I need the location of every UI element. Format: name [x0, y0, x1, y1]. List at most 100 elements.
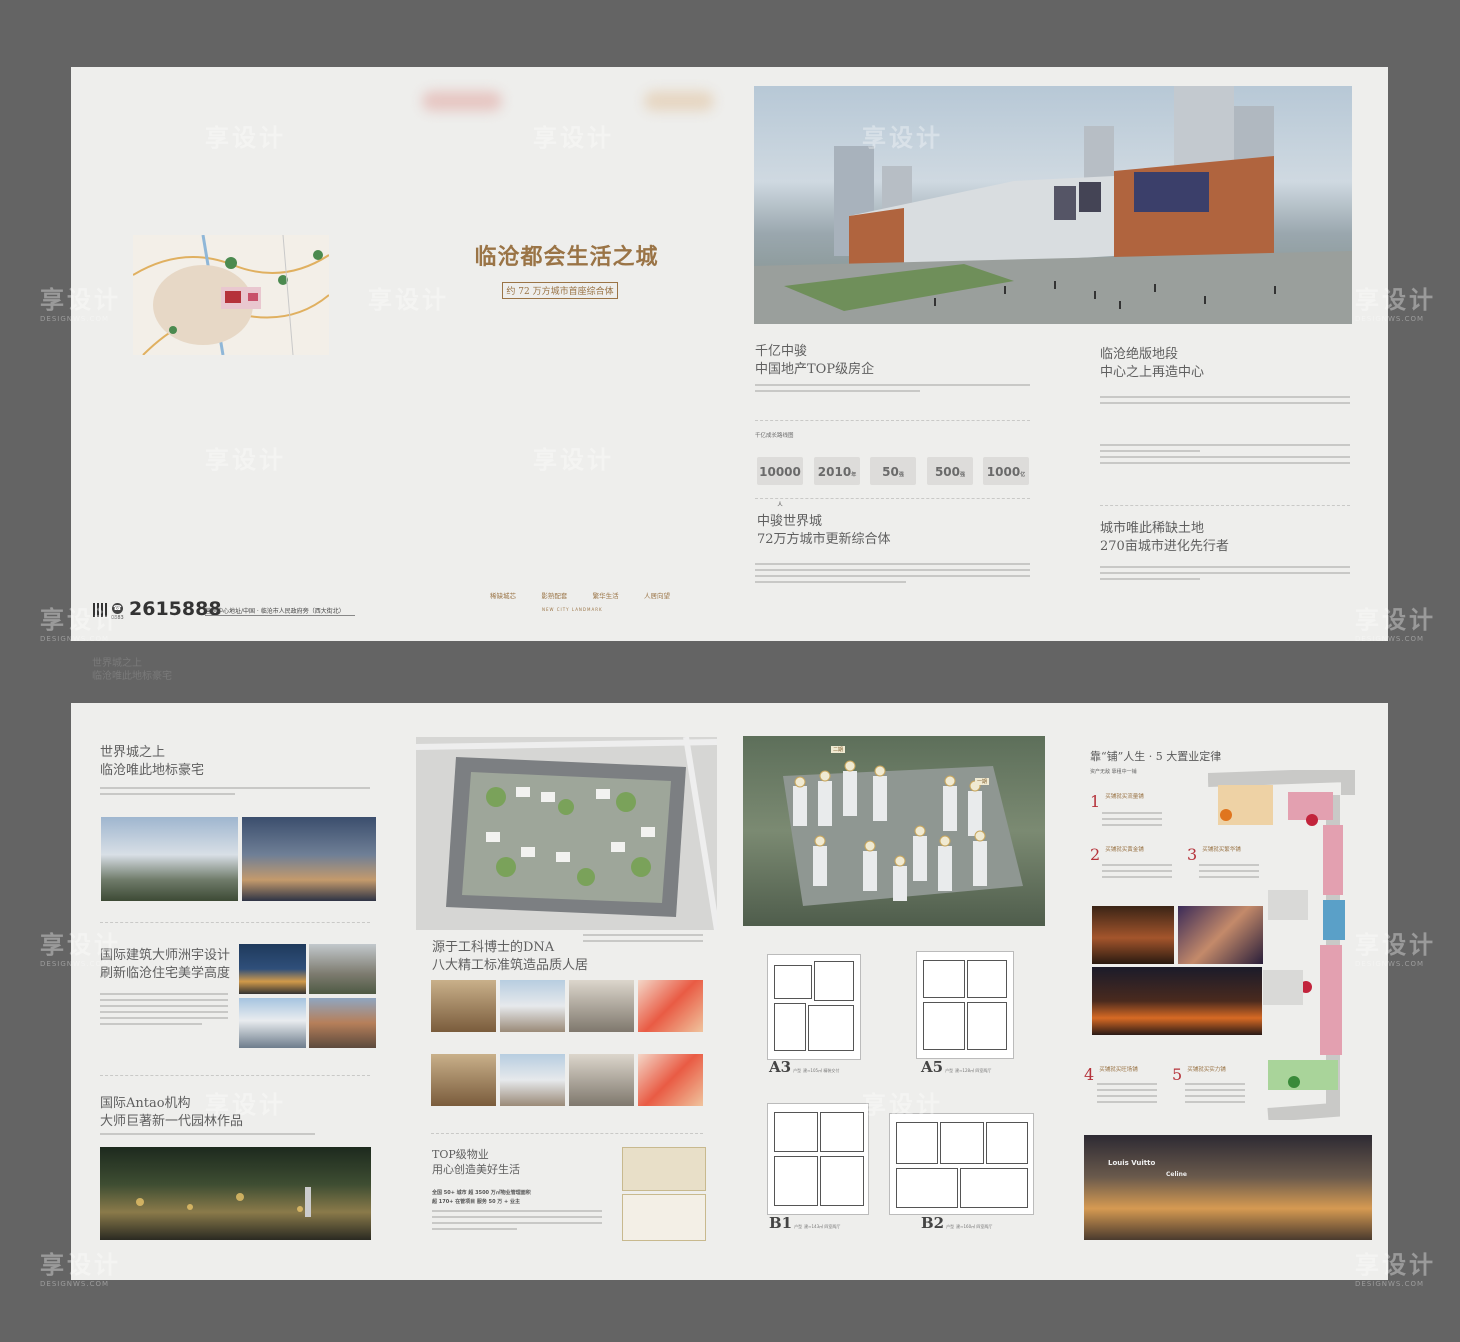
mall-rendering-photo: [754, 86, 1352, 324]
law-1-body: [1102, 812, 1162, 830]
award-certificate-2: [622, 1194, 706, 1241]
watermark-16-en: DESIGNWS.COM: [1355, 1280, 1425, 1288]
p2-property-body: [432, 1210, 602, 1234]
architecture-photo-3: [239, 998, 306, 1048]
plan-b2-desc: 建≈160㎡ 四室两厅: [956, 1224, 993, 1229]
stat-3-unit: 强: [898, 472, 904, 478]
p4-subtitle: 资产无敌 靠租中一铺: [1090, 769, 1137, 775]
sales-address: 营销中心地址/中国 · 临沧市人民政府旁（西大街北）: [205, 608, 345, 615]
sec3-body-text: [1100, 396, 1350, 408]
law-4-num: 4: [1084, 1065, 1095, 1084]
sec3-title-line2: 中心之上再造中心: [1100, 365, 1205, 380]
phone-prefix: 0883: [111, 615, 124, 621]
p2-title-2: TOP级物业 用心创造美好生活: [432, 1147, 520, 1177]
address-underline: [205, 615, 355, 616]
plan-b1-name: B1: [769, 1214, 793, 1232]
law-2: 2 买铺就买黄金铺: [1090, 845, 1144, 864]
sec3-title: 临沧绝版地段 中心之上再造中心: [1100, 346, 1204, 382]
p2-feature-notes: [583, 934, 703, 946]
stat-2-unit: 年: [851, 472, 857, 478]
stat-2: 2010年: [814, 457, 860, 485]
plan-b2-type: 户型: [946, 1224, 955, 1229]
p2-title-1-line2: 八大精工标准筑造品质人居: [432, 958, 589, 973]
zone-label-phase2: 二期: [831, 746, 846, 753]
qr-code[interactable]: [93, 603, 107, 617]
p1-title-2: 国际建筑大师洲宇设计 刷新临沧住宅美学高度: [100, 947, 230, 983]
quality-photo-8: [638, 1054, 703, 1106]
sec4-title-line2: 270亩城市进化先行者: [1100, 539, 1229, 554]
p2-title-2-line1: TOP级物业: [432, 1148, 489, 1161]
cover-tags: 稀缺城芯 影熟配套 繁华生活 人居向望: [490, 590, 670, 600]
plan-a5-desc: 建≈128㎡ 四室两厅: [955, 1068, 992, 1073]
sec3-detail-text: [1100, 444, 1350, 468]
law-4-body: [1097, 1083, 1157, 1107]
law-2-num: 2: [1090, 845, 1101, 864]
floorplan-a3: [767, 954, 861, 1060]
stat-3-value: 50: [882, 465, 899, 479]
quality-photo-5: [431, 1054, 496, 1106]
p1-title-1-line1: 世界城之上: [100, 745, 166, 760]
stat-4: 500强: [927, 457, 973, 485]
aerial-phase-map: 二期 一期: [743, 736, 1045, 926]
sec1-divider: [755, 420, 1030, 421]
site-master-plan: [416, 737, 717, 930]
p1-title-3-line2: 大师巨著新一代园林作品: [100, 1114, 244, 1129]
plan-b2-name: B2: [921, 1214, 945, 1232]
p1-divider-2: [100, 1075, 370, 1076]
quality-photo-6: [500, 1054, 565, 1106]
p2-divider: [431, 1133, 703, 1134]
award-certificate-1: [622, 1147, 706, 1191]
residence-photo-1: [101, 817, 238, 901]
growth-heading: 千亿成长路线图: [755, 433, 794, 439]
sec4-divider: [1100, 505, 1350, 506]
zone-label-phase1: 一期: [975, 778, 990, 785]
sec1-title-line2: 中国地产TOP级房企: [755, 362, 875, 377]
quality-photo-4: [638, 980, 703, 1032]
stat-5-unit: 亿: [1020, 472, 1026, 478]
p1-title-2-line1: 国际建筑大师洲宇设计: [100, 948, 231, 963]
plan-label-b2: B2 户型 建≈160㎡ 四室两厅: [921, 1214, 992, 1232]
sec3-title-line1: 临沧绝版地段: [1100, 347, 1179, 362]
floorplan-a5: [916, 951, 1014, 1059]
architecture-photo-4: [309, 998, 376, 1048]
store-sign-celine: Celine: [1166, 1171, 1187, 1178]
landscape-garden-photo: [100, 1147, 371, 1240]
p1-body-3: [100, 1133, 315, 1139]
quality-photo-2: [500, 980, 565, 1032]
cover-back-panel: ☎ 0883 2615888 营销中心地址/中国 · 临沧市人民政府旁（西大街北…: [71, 67, 402, 641]
p1-divider-1: [100, 922, 370, 923]
plan-a5-name: A5: [921, 1058, 944, 1076]
sec2-title: 中骏世界城 72万方城市更新综合体: [757, 513, 891, 549]
sec2-title-line1: 中骏世界城: [757, 514, 823, 529]
cover-tagline: NEW CITY LANDMARK: [542, 607, 603, 612]
stat-1-value: 10000: [759, 465, 801, 479]
sec2-title-line2: 72万方城市更新综合体: [757, 532, 891, 547]
lifestyle-photo-dining: [1092, 906, 1174, 964]
sec2-divider: [755, 498, 1030, 499]
plan-b1-type: 户型: [794, 1224, 803, 1229]
sec1-body-text: [755, 384, 1030, 396]
sec4-title-line1: 城市唯此稀缺土地: [1100, 521, 1205, 536]
plan-label-a5: A5 户型 建≈128㎡ 四室两厅: [921, 1058, 991, 1076]
watermark-15-en: DESIGNWS.COM: [40, 1280, 110, 1288]
stat-3: 50强: [870, 457, 916, 485]
architecture-photo-1: [239, 944, 306, 994]
cover-subtitle: 约 72 万方城市首座综合体: [502, 282, 618, 299]
p4-title: 靠“铺”人生 · 5 大置业定律: [1090, 750, 1222, 763]
stat-5: 1000亿: [983, 457, 1029, 485]
law-1: 1 买铺就买流量铺: [1090, 792, 1144, 811]
stat-2-value: 2010: [817, 465, 852, 479]
plan-label-a3: A3 户型 建≈105㎡ 精装交付: [769, 1058, 839, 1076]
p1-title-3-line1: 国际Antao机构: [100, 1096, 191, 1111]
commercial-floor-plan: [1207, 767, 1358, 1122]
quality-photo-7: [569, 1054, 634, 1106]
p1-title-1-line2: 临沧唯此地标豪宅: [100, 763, 205, 778]
plan-a3-name: A3: [769, 1058, 792, 1076]
p1-title-3: 国际Antao机构 大师巨著新一代园林作品: [100, 1095, 243, 1131]
property-stats: 全国 50+ 城市 超 3500 万㎡物业管理面积 超 170+ 在管项目 服务…: [432, 1189, 531, 1207]
law-3-num: 3: [1187, 845, 1198, 864]
law-2-body: [1102, 864, 1172, 882]
floorplan-b1: [767, 1103, 869, 1215]
architecture-photo-2: [309, 944, 376, 994]
law-4: 4 买铺就买旺场铺: [1084, 1065, 1138, 1084]
